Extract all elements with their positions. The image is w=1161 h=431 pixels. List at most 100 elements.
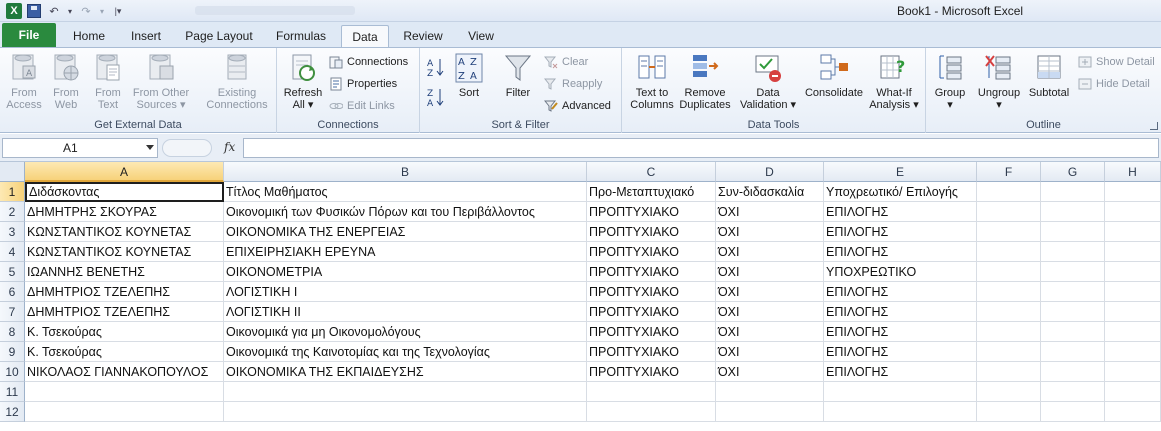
hide-detail-button[interactable]: Hide Detail: [1078, 75, 1150, 93]
cell-f3[interactable]: [977, 222, 1041, 242]
cell-g2[interactable]: [1041, 202, 1105, 222]
cell-g9[interactable]: [1041, 342, 1105, 362]
cell-b3[interactable]: ΟΙΚΟΝΟΜΙΚΑ ΤΗΣ ΕΝΕΡΓΕΙΑΣ: [224, 222, 587, 242]
cell-f11[interactable]: [977, 382, 1041, 402]
sort-a-to-z-button[interactable]: AZ: [427, 58, 445, 79]
row-header-8[interactable]: 8: [0, 322, 25, 342]
cell-f1[interactable]: [977, 182, 1041, 202]
from-text-button[interactable]: From Text: [88, 52, 128, 111]
formula-input[interactable]: [243, 138, 1159, 158]
cell-c10[interactable]: ΠΡΟΠΤΥΧΙΑΚΟ: [587, 362, 716, 382]
customize-qat-icon[interactable]: |▾: [110, 3, 126, 19]
redo-button[interactable]: ↷: [78, 3, 94, 19]
cell-e11[interactable]: [824, 382, 977, 402]
cell-a10[interactable]: ΝΙΚΟΛΑΟΣ ΓΙΑΝΝΑΚΟΠΟΥΛΟΣ: [25, 362, 224, 382]
filter-button[interactable]: Filter: [500, 52, 536, 99]
tab-home[interactable]: Home: [64, 25, 114, 47]
data-validation-button[interactable]: Data Validation ▾: [736, 52, 800, 111]
cell-d4[interactable]: ΌΧΙ: [716, 242, 824, 262]
cell-f4[interactable]: [977, 242, 1041, 262]
clear-button[interactable]: Clear: [543, 53, 588, 71]
cell-a7[interactable]: ΔΗΜΗΤΡΙΟΣ ΤΖΕΛΕΠΗΣ: [25, 302, 224, 322]
cell-f9[interactable]: [977, 342, 1041, 362]
sort-button[interactable]: AZZA Sort: [452, 52, 486, 99]
cell-b8[interactable]: Οικονομικά για μη Οικονομολόγους: [224, 322, 587, 342]
cell-b4[interactable]: ΕΠΙΧΕΙΡΗΣΙΑΚΗ ΕΡΕΥΝΑ: [224, 242, 587, 262]
tab-view[interactable]: View: [458, 25, 504, 47]
undo-dropdown-icon[interactable]: ▾: [66, 3, 74, 19]
undo-button[interactable]: ↶: [46, 3, 62, 19]
reapply-button[interactable]: Reapply: [543, 75, 602, 93]
tab-data[interactable]: Data: [341, 25, 389, 47]
cell-d9[interactable]: ΌΧΙ: [716, 342, 824, 362]
cell-c5[interactable]: ΠΡΟΠΤΥΧΙΑΚΟ: [587, 262, 716, 282]
cell-e12[interactable]: [824, 402, 977, 422]
cell-h1[interactable]: [1105, 182, 1161, 202]
redo-dropdown-icon[interactable]: ▾: [98, 3, 106, 19]
cell-c4[interactable]: ΠΡΟΠΤΥΧΙΑΚΟ: [587, 242, 716, 262]
ungroup-button[interactable]: Ungroup ▾: [974, 52, 1024, 111]
cell-h7[interactable]: [1105, 302, 1161, 322]
advanced-button[interactable]: Advanced: [543, 97, 611, 115]
tab-page-layout[interactable]: Page Layout: [180, 25, 258, 47]
cell-e7[interactable]: ΕΠΙΛΟΓΗΣ: [824, 302, 977, 322]
row-header-10[interactable]: 10: [0, 362, 25, 382]
cell-c6[interactable]: ΠΡΟΠΤΥΧΙΑΚΟ: [587, 282, 716, 302]
cell-g5[interactable]: [1041, 262, 1105, 282]
cell-a4[interactable]: ΚΩΝΣΤΑΝΤΙΚΟΣ ΚΟΥΝΕΤΑΣ: [25, 242, 224, 262]
connections-button[interactable]: Connections: [329, 53, 408, 71]
cell-g4[interactable]: [1041, 242, 1105, 262]
cell-d11[interactable]: [716, 382, 824, 402]
row-header-12[interactable]: 12: [0, 402, 25, 422]
sort-z-to-a-button[interactable]: ZA: [427, 88, 445, 109]
save-button[interactable]: [26, 3, 42, 19]
from-other-sources-button[interactable]: From Other Sources ▾: [130, 52, 192, 111]
cell-a9[interactable]: Κ. Τσεκούρας: [25, 342, 224, 362]
cell-f10[interactable]: [977, 362, 1041, 382]
cell-a2[interactable]: ΔΗΜΗΤΡΗΣ ΣΚΟΥΡΑΣ: [25, 202, 224, 222]
cell-a3[interactable]: ΚΩΝΣΤΑΝΤΙΚΟΣ ΚΟΥΝΕΤΑΣ: [25, 222, 224, 242]
cell-f12[interactable]: [977, 402, 1041, 422]
cell-h3[interactable]: [1105, 222, 1161, 242]
insert-function-button[interactable]: fx: [224, 140, 235, 154]
cell-g11[interactable]: [1041, 382, 1105, 402]
cell-c2[interactable]: ΠΡΟΠΤΥΧΙΑΚΟ: [587, 202, 716, 222]
cell-b5[interactable]: ΟΙΚΟΝΟΜΕΤΡΙΑ: [224, 262, 587, 282]
cell-b11[interactable]: [224, 382, 587, 402]
cell-d6[interactable]: ΌΧΙ: [716, 282, 824, 302]
cell-c3[interactable]: ΠΡΟΠΤΥΧΙΑΚΟ: [587, 222, 716, 242]
excel-logo-icon[interactable]: X: [6, 3, 22, 19]
cell-g1[interactable]: [1041, 182, 1105, 202]
row-header-11[interactable]: 11: [0, 382, 25, 402]
cell-h8[interactable]: [1105, 322, 1161, 342]
cell-e2[interactable]: ΕΠΙΛΟΓΗΣ: [824, 202, 977, 222]
cell-b12[interactable]: [224, 402, 587, 422]
tab-formulas[interactable]: Formulas: [266, 25, 336, 47]
cell-b1[interactable]: Τίτλος Μαθήματος: [224, 182, 587, 202]
subtotal-button[interactable]: Subtotal: [1024, 52, 1074, 99]
cell-d3[interactable]: ΌΧΙ: [716, 222, 824, 242]
name-box-dropdown-icon[interactable]: [146, 145, 154, 150]
cell-c1[interactable]: Προ-Μεταπτυχιακό: [587, 182, 716, 202]
cell-b2[interactable]: Οικονομική των Φυσικών Πόρων και του Περ…: [224, 202, 587, 222]
existing-connections-button[interactable]: Existing Connections: [202, 52, 272, 111]
row-header-7[interactable]: 7: [0, 302, 25, 322]
edit-links-button[interactable]: Edit Links: [329, 97, 395, 115]
cell-e6[interactable]: ΕΠΙΛΟΓΗΣ: [824, 282, 977, 302]
cell-g8[interactable]: [1041, 322, 1105, 342]
cell-h6[interactable]: [1105, 282, 1161, 302]
tab-insert[interactable]: Insert: [120, 25, 172, 47]
formula-bar-handle[interactable]: [162, 139, 212, 157]
cell-f8[interactable]: [977, 322, 1041, 342]
cell-h5[interactable]: [1105, 262, 1161, 282]
row-header-4[interactable]: 4: [0, 242, 25, 262]
cell-b6[interactable]: ΛΟΓΙΣΤΙΚΗ Ι: [224, 282, 587, 302]
from-access-button[interactable]: A From Access: [4, 52, 44, 111]
cell-g7[interactable]: [1041, 302, 1105, 322]
cell-d8[interactable]: ΌΧΙ: [716, 322, 824, 342]
row-header-3[interactable]: 3: [0, 222, 25, 242]
cell-f2[interactable]: [977, 202, 1041, 222]
tab-file[interactable]: File: [2, 23, 56, 47]
cell-c7[interactable]: ΠΡΟΠΤΥΧΙΑΚΟ: [587, 302, 716, 322]
consolidate-button[interactable]: Consolidate: [802, 52, 866, 99]
